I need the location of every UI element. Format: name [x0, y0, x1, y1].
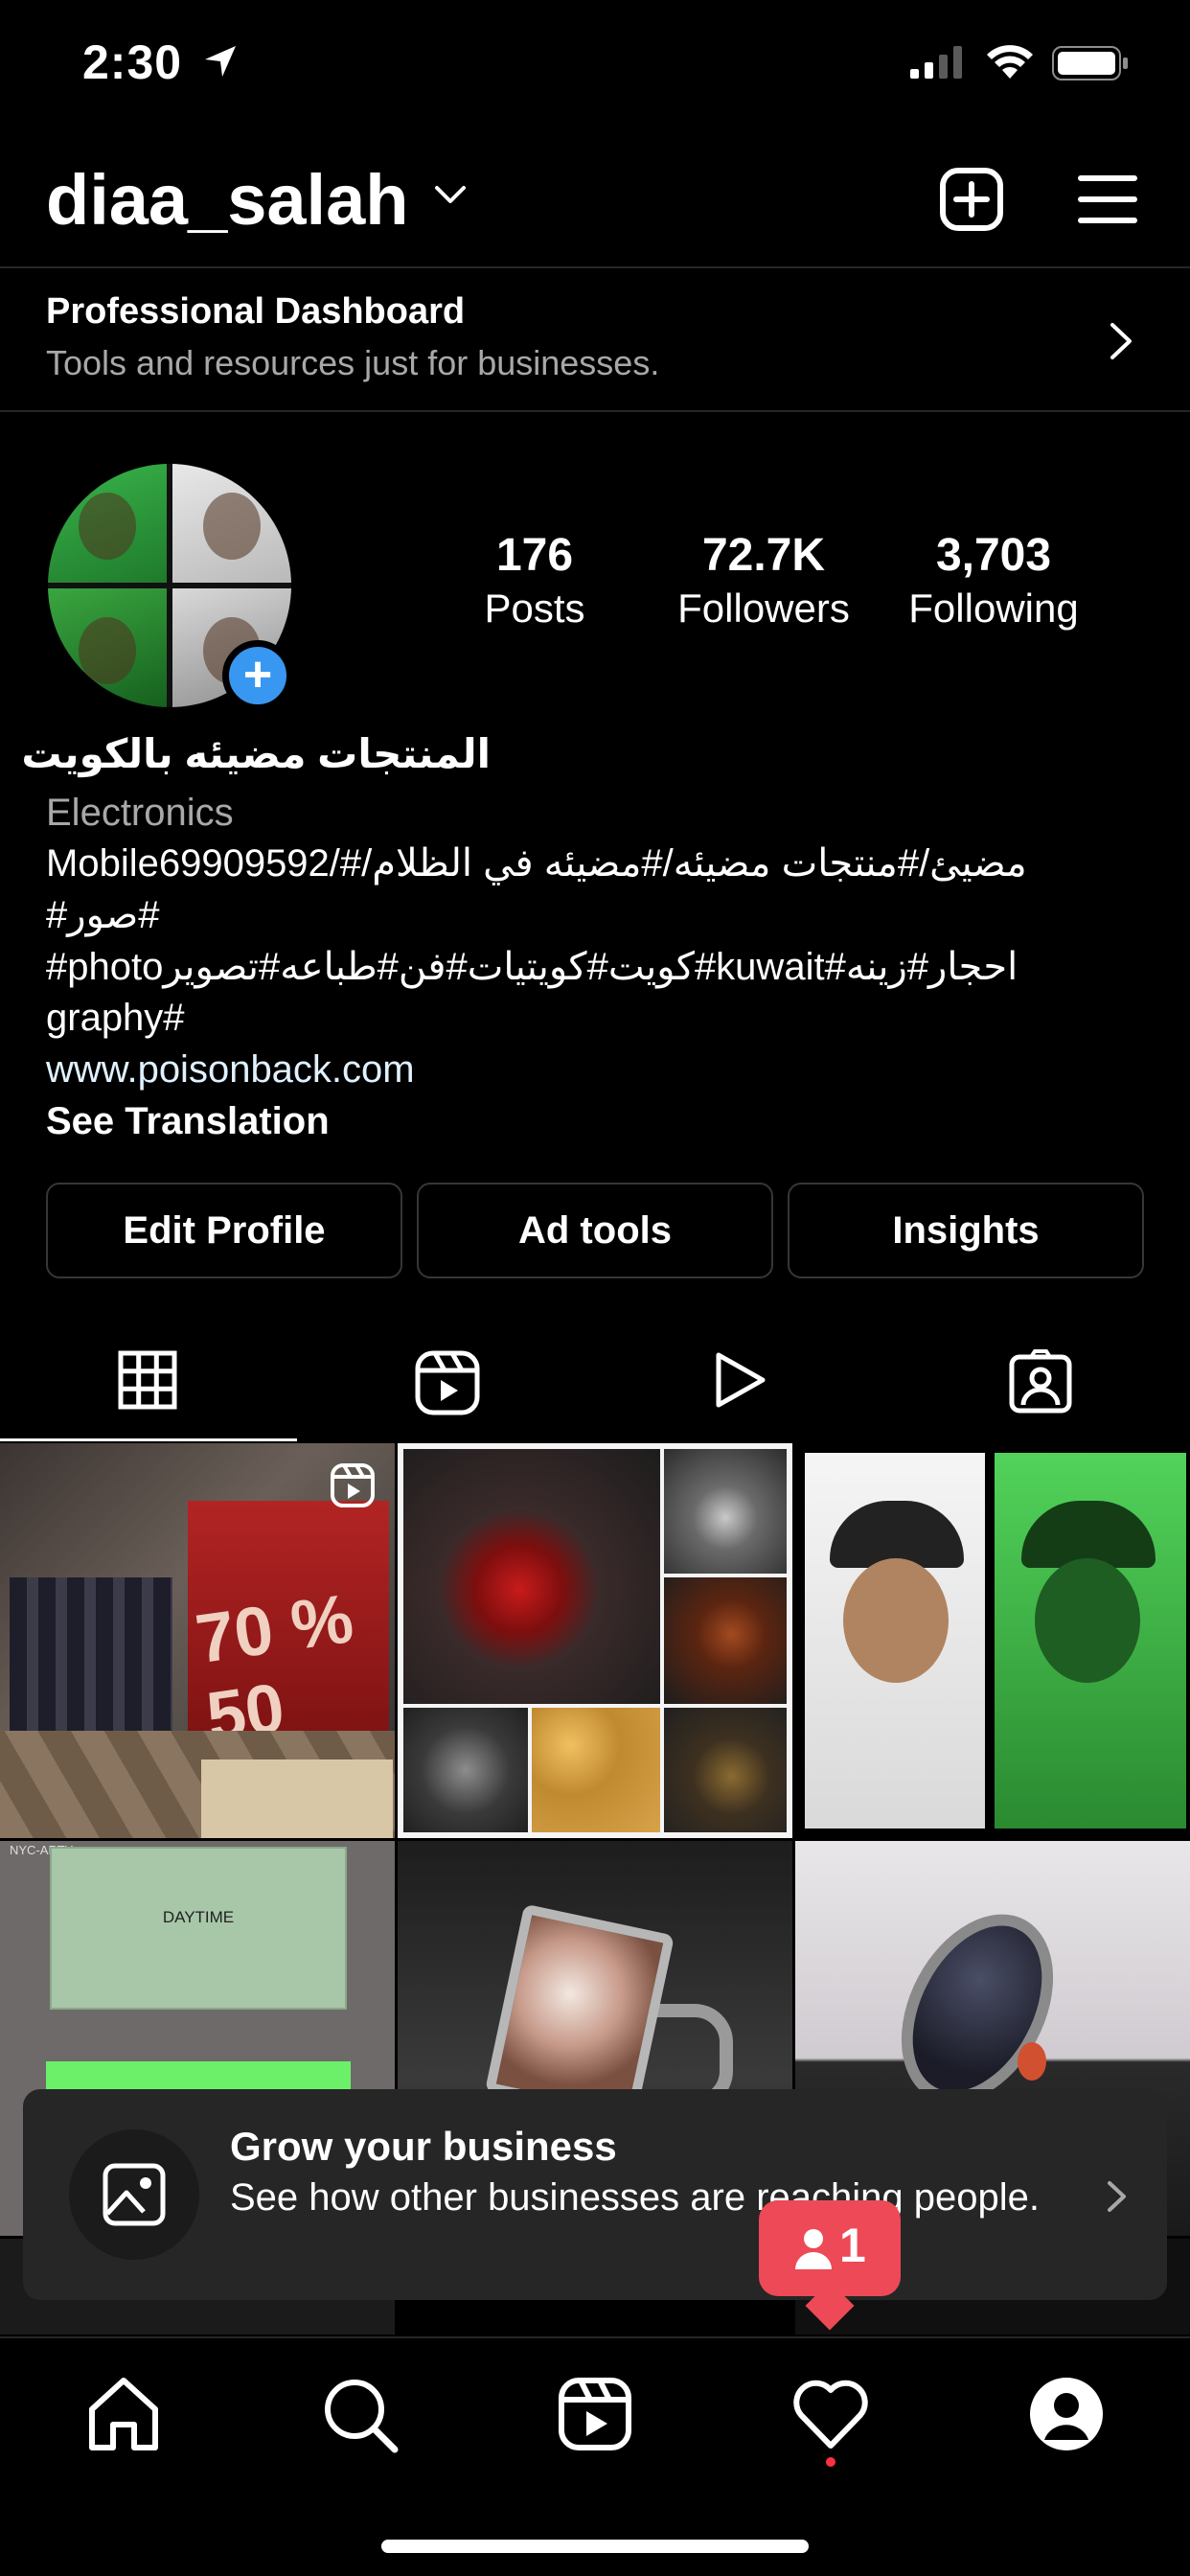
website-link[interactable]: www.poisonback.com [46, 1048, 415, 1092]
follower-notification-bubble[interactable]: 1 [759, 2200, 901, 2331]
cellular-signal-icon [910, 46, 962, 79]
bio-line: Mobile69909592/#/مضيئ/#منتجات مضيئه/#مضي… [46, 842, 1027, 885]
tab-reels[interactable] [297, 1322, 594, 1441]
chevron-down-icon[interactable] [433, 184, 468, 207]
home-icon[interactable] [82, 2373, 165, 2455]
status-bar: 2:30 [0, 0, 1190, 134]
reel-badge-icon [331, 1463, 375, 1507]
video-play-icon [716, 1352, 766, 1408]
posts-label: Posts [484, 586, 585, 631]
following-count: 3,703 [935, 530, 1052, 581]
post-daytime-label: DAYTIME [162, 1908, 235, 1926]
reels-icon [415, 1350, 480, 1415]
menu-icon[interactable] [1077, 172, 1138, 226]
battery-icon [1052, 46, 1128, 80]
chevron-right-icon [1110, 323, 1132, 359]
post-thumbnail[interactable] [398, 1443, 792, 1838]
reels-icon[interactable] [554, 2373, 636, 2455]
ad-tools-button[interactable]: Ad tools [417, 1183, 773, 1278]
bio-line: graphy# [46, 997, 185, 1039]
notification-count: 1 [839, 2219, 866, 2272]
status-time: 2:30 [82, 35, 183, 89]
post-thumbnail[interactable]: 70 % 50 [0, 1443, 395, 1838]
image-icon [103, 2163, 166, 2226]
person-icon [795, 2229, 832, 2269]
edit-profile-button[interactable]: Edit Profile [46, 1183, 402, 1278]
search-icon[interactable] [318, 2373, 400, 2455]
followers-count: 72.7K [701, 530, 826, 581]
dashboard-title: Professional Dashboard [46, 291, 466, 332]
tab-videos[interactable] [594, 1322, 891, 1441]
store-sign-text: 70 % 50 [191, 1580, 358, 1757]
banner-description: See how other businesses are reaching pe… [230, 2176, 1040, 2219]
location-arrow-icon [205, 46, 236, 77]
post-thumbnail[interactable] [795, 1443, 1190, 1838]
tagged-user-icon [1009, 1349, 1072, 1414]
grid-icon [118, 1350, 177, 1410]
banner-icon-circle [69, 2129, 199, 2260]
username[interactable]: diaa_salah [46, 159, 408, 241]
insights-button[interactable]: Insights [788, 1183, 1144, 1278]
posts-stat[interactable]: 176 Posts [458, 529, 611, 632]
heart-activity-icon[interactable] [790, 2373, 872, 2455]
profile-content-tabs [0, 1322, 1190, 1441]
profile-header: diaa_salah [0, 144, 1190, 268]
profile-category: Electronics [46, 792, 234, 834]
bio-line: #photoكويت#كويتيات#فن#طباعه#تصوير#kuwait… [46, 946, 1018, 988]
profile-display-name: المنتجات مضيئه بالكويت [21, 731, 491, 776]
professional-dashboard-row[interactable]: Professional Dashboard Tools and resourc… [0, 270, 1190, 412]
tab-posts-grid[interactable] [0, 1322, 297, 1441]
followers-label: Followers [677, 586, 850, 631]
grow-business-banner[interactable]: Grow your business See how other busines… [23, 2089, 1167, 2300]
dashboard-subtitle: Tools and resources just for businesses. [46, 343, 660, 382]
add-story-button[interactable]: + [222, 640, 293, 711]
see-translation-link[interactable]: See Translation [46, 1100, 330, 1143]
banner-title: Grow your business [230, 2124, 617, 2169]
chevron-right-icon [1108, 2181, 1126, 2212]
home-indicator [381, 2540, 809, 2553]
following-label: Following [908, 586, 1079, 631]
profile-avatar-icon[interactable] [1025, 2373, 1108, 2455]
plus-icon: + [242, 647, 273, 702]
followers-stat[interactable]: 72.7K Followers [661, 529, 866, 632]
create-post-icon[interactable] [939, 167, 1004, 232]
wifi-icon [987, 45, 1033, 79]
following-stat[interactable]: 3,703 Following [891, 529, 1096, 632]
bio-line: #صور# [46, 894, 160, 936]
tab-tagged[interactable] [891, 1322, 1188, 1441]
activity-indicator-dot [826, 2457, 835, 2467]
posts-count: 176 [495, 530, 574, 581]
